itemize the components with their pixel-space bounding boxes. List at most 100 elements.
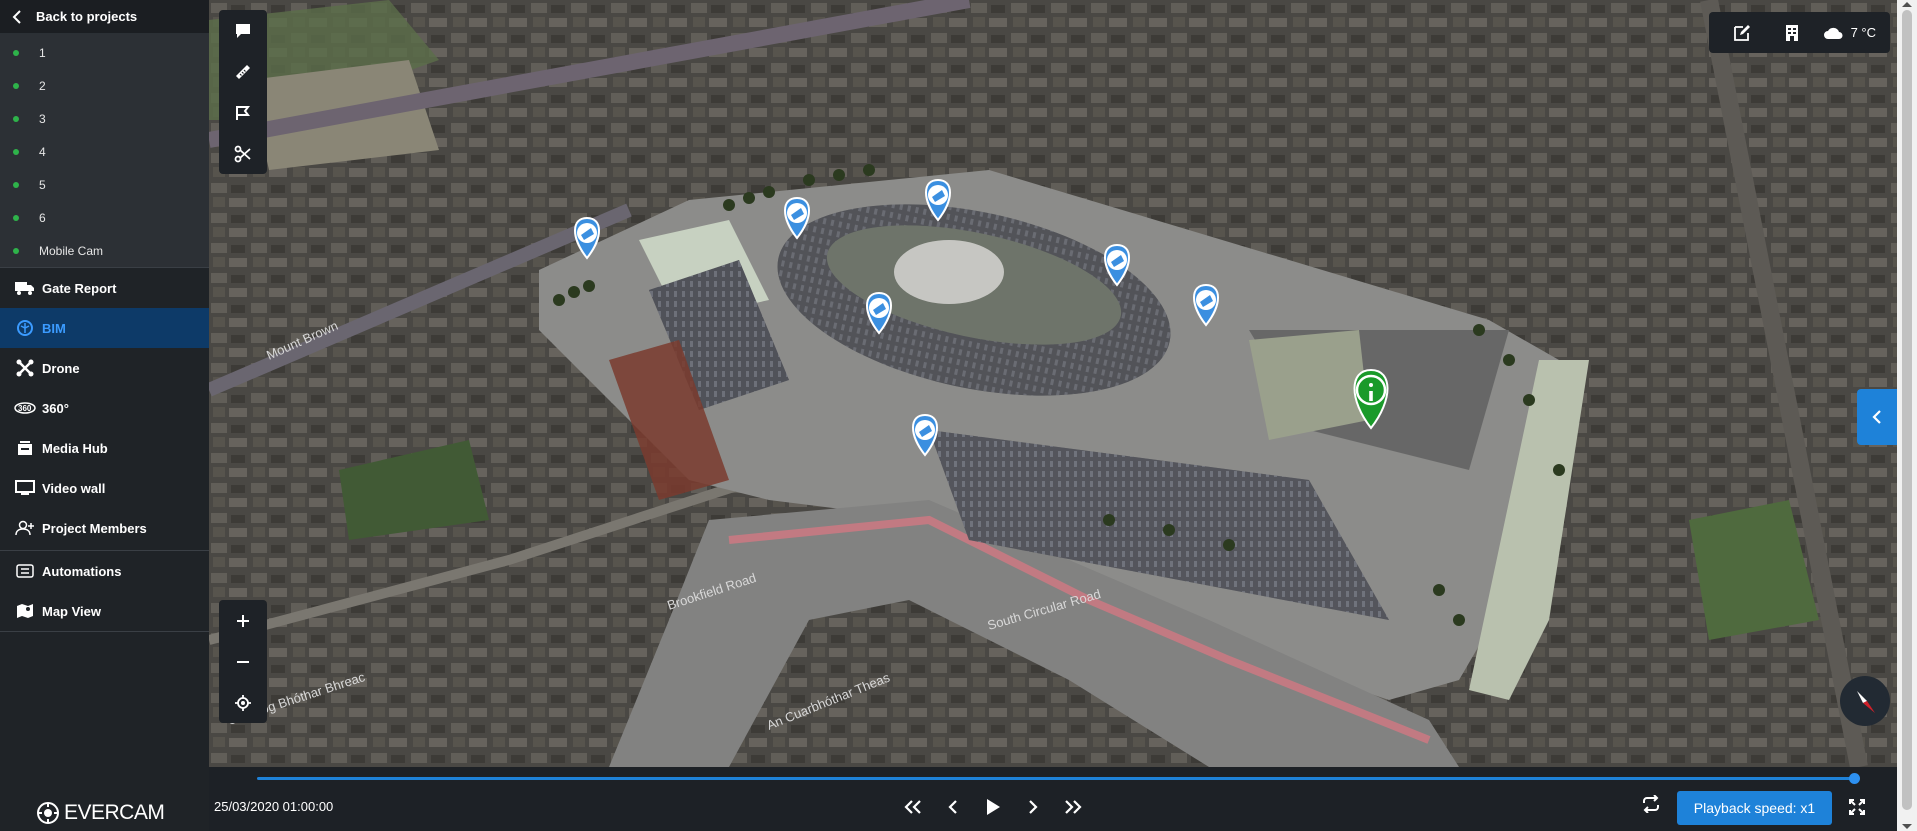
locate-icon (235, 694, 251, 711)
step-forward-button[interactable] (1019, 793, 1047, 821)
nav-group: Gate Report BIM Drone 360 360° Media Hub… (0, 267, 209, 548)
camera-label: 5 (39, 177, 46, 192)
back-to-projects-link[interactable]: Back to projects (0, 0, 209, 34)
scissors-icon (234, 145, 251, 162)
fast-rewind-button[interactable] (899, 793, 927, 821)
chevron-left-icon (948, 800, 957, 814)
camera-item[interactable]: 6 (0, 201, 209, 234)
nav-label: Media Hub (42, 440, 108, 456)
evercam-logo-icon (37, 802, 59, 824)
status-dot (13, 214, 19, 221)
double-chevron-left-icon (904, 800, 921, 814)
svg-text:360: 360 (18, 404, 32, 413)
360-icon: 360 (14, 397, 36, 419)
nav-gate-report[interactable]: Gate Report (0, 268, 209, 308)
building-button[interactable] (1767, 12, 1817, 53)
nav-media-hub[interactable]: Media Hub (0, 428, 209, 468)
camera-item[interactable]: 4 (0, 135, 209, 168)
flag-icon (236, 105, 250, 120)
ruler-icon (236, 64, 250, 79)
sidebar: Back to projects 1 2 3 4 5 6 Mobile Cam … (0, 0, 209, 831)
tools-toolbar (219, 10, 267, 174)
zoom-out-button[interactable] (219, 641, 267, 682)
nav-label: Gate Report (42, 280, 117, 296)
comment-tool-button[interactable] (219, 10, 267, 51)
playback-speed-button[interactable]: Playback speed: x1 (1677, 791, 1832, 825)
status-dot (13, 148, 19, 155)
measure-tool-button[interactable] (219, 51, 267, 92)
scroll-down-arrow[interactable] (1902, 824, 1912, 829)
status-dot (13, 49, 19, 56)
page-scrollbar[interactable] (1897, 0, 1917, 831)
area-tool-button[interactable] (219, 92, 267, 133)
play-icon (987, 799, 1000, 815)
nav-automations[interactable]: Automations (0, 551, 209, 591)
add-user-icon (14, 517, 36, 539)
playback-bar: 25/03/2020 01:00:00 Playback speed: x1 (209, 767, 1897, 831)
camera-label: 6 (39, 210, 46, 225)
media-hub-icon (14, 437, 36, 459)
camera-item[interactable]: 2 (0, 69, 209, 102)
monitor-icon (14, 477, 36, 499)
nav-group-2: Automations Map View (0, 550, 209, 631)
temperature: 7 °C (1850, 25, 1876, 40)
nav-label: Automations (42, 563, 122, 579)
timeline-handle[interactable] (1849, 773, 1860, 784)
weather-button[interactable]: 7 °C (1817, 25, 1882, 40)
scroll-up-arrow[interactable] (1902, 2, 1912, 7)
zoom-toolbar (219, 600, 267, 723)
nav-video-wall[interactable]: Video wall (0, 468, 209, 508)
status-dot (13, 82, 19, 89)
nav-project-members[interactable]: Project Members (0, 508, 209, 548)
aerial-scene: Mount Brown Brookfield Road South Circul… (209, 0, 1897, 767)
loop-button[interactable] (1641, 794, 1661, 818)
zoom-in-button[interactable] (219, 600, 267, 641)
nav-label: BIM (42, 320, 66, 336)
camera-item[interactable]: 1 (0, 36, 209, 69)
camera-label: 4 (39, 144, 46, 159)
clip-tool-button[interactable] (219, 133, 267, 174)
nav-bim[interactable]: BIM (0, 308, 209, 348)
fullscreen-icon (1849, 799, 1865, 815)
top-right-toolbar: 7 °C (1708, 12, 1890, 53)
fullscreen-button[interactable] (1849, 799, 1865, 820)
edit-icon (1733, 24, 1750, 41)
panel-toggle-button[interactable] (1857, 389, 1897, 445)
fast-forward-button[interactable] (1059, 793, 1087, 821)
repeat-icon (1643, 794, 1659, 814)
camera-item[interactable]: Mobile Cam (0, 234, 209, 267)
nav-drone[interactable]: Drone (0, 348, 209, 388)
camera-label: 3 (39, 111, 46, 126)
scroll-thumb[interactable] (1902, 10, 1912, 810)
camera-item[interactable]: 3 (0, 102, 209, 135)
divider (0, 631, 209, 632)
chevron-right-icon (1029, 800, 1038, 814)
truck-icon (14, 277, 36, 299)
comment-icon (236, 23, 250, 38)
play-button[interactable] (979, 793, 1007, 821)
camera-list: 1 2 3 4 5 6 Mobile Cam (0, 34, 209, 267)
camera-label: 1 (39, 45, 46, 60)
playback-controls (899, 793, 1087, 821)
nav-label: Project Members (42, 520, 147, 536)
nav-map-view[interactable]: Map View (0, 591, 209, 631)
nav-360[interactable]: 360 360° (0, 388, 209, 428)
camera-label: Mobile Cam (39, 243, 104, 258)
timeline-track[interactable] (257, 777, 1855, 780)
evercam-logo: EVERCAM (36, 801, 165, 825)
nav-label: Video wall (42, 480, 106, 496)
recenter-button[interactable] (219, 682, 267, 723)
status-dot (13, 115, 19, 122)
camera-label: 2 (39, 78, 46, 93)
map-view-icon (14, 600, 36, 622)
edit-button[interactable] (1717, 12, 1767, 53)
nav-label: 360° (42, 400, 69, 416)
step-back-button[interactable] (939, 793, 967, 821)
camera-item[interactable]: 5 (0, 168, 209, 201)
compass-button[interactable] (1840, 676, 1890, 726)
bim-3d-viewer[interactable]: Mount Brown Brookfield Road South Circul… (209, 0, 1897, 767)
chevron-left-icon (1872, 410, 1881, 424)
minus-icon (237, 660, 249, 663)
double-chevron-right-icon (1065, 800, 1082, 814)
status-dot (13, 181, 19, 188)
